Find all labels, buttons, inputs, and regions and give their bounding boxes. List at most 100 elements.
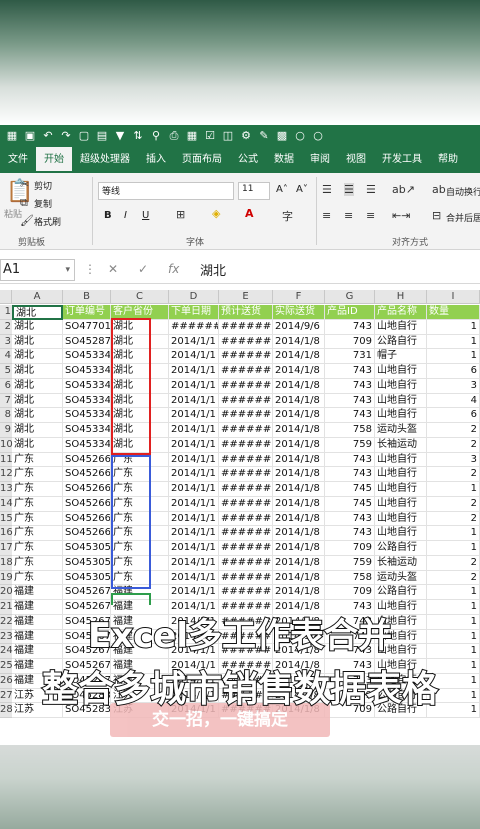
row-header[interactable]: 5: [0, 364, 12, 379]
table-cell[interactable]: 运动头盔: [375, 570, 427, 586]
table-cell[interactable]: 湖北: [12, 393, 63, 409]
table-cell[interactable]: 2014/1/8: [273, 585, 325, 600]
row-header[interactable]: 3: [0, 334, 12, 350]
table-cell[interactable]: 2014/1/1: [169, 393, 219, 409]
table-cell[interactable]: 758: [325, 423, 375, 438]
table-cell[interactable]: 2014/1/8: [273, 452, 325, 468]
table-cell[interactable]: 2014/1/8: [273, 496, 325, 512]
table-cell[interactable]: 2: [427, 423, 480, 438]
table-cell[interactable]: 2014/1/1: [169, 496, 219, 512]
wrap-text-button[interactable]: 自动换行: [446, 185, 480, 198]
pen-icon[interactable]: ✎: [258, 130, 270, 142]
table-cell[interactable]: 湖北: [12, 364, 63, 379]
table-cell[interactable]: 759: [325, 555, 375, 571]
table-cell[interactable]: 2014/1/8: [273, 555, 325, 571]
table-icon[interactable]: ▦: [186, 130, 198, 142]
table-cell[interactable]: ######: [219, 423, 273, 438]
header-cell[interactable]: 实际送货: [273, 305, 325, 320]
table-cell[interactable]: 743: [325, 526, 375, 541]
table-cell[interactable]: 2014/1/8: [273, 334, 325, 350]
merge-center-button[interactable]: 合并后居: [446, 211, 480, 224]
table-cell[interactable]: 湖北: [12, 408, 63, 423]
table-cell[interactable]: 743: [325, 452, 375, 468]
table-cell[interactable]: 运动头盔: [375, 423, 427, 438]
tab-home[interactable]: 开始: [36, 147, 72, 173]
table-cell[interactable]: SO47701: [63, 319, 111, 335]
table-cell[interactable]: 731: [325, 349, 375, 364]
grid-icon[interactable]: ▩: [276, 130, 288, 142]
table-cell[interactable]: 2014/1/1: [169, 541, 219, 556]
table-cell[interactable]: 福建: [12, 585, 63, 600]
table-cell[interactable]: SO45266: [63, 452, 111, 468]
table-cell[interactable]: 广东: [12, 526, 63, 541]
font-color-icon[interactable]: A: [245, 207, 254, 220]
column-header-b[interactable]: B: [63, 290, 111, 304]
table-cell[interactable]: 2014/1/1: [169, 570, 219, 586]
table-cell[interactable]: 山地自行: [375, 408, 427, 423]
column-header-g[interactable]: G: [325, 290, 375, 304]
name-box[interactable]: A1 ▾: [0, 259, 75, 281]
table-cell[interactable]: 6: [427, 408, 480, 423]
table-cell[interactable]: SO45334: [63, 423, 111, 438]
check-icon[interactable]: ☑: [204, 130, 216, 142]
table-cell[interactable]: 2014/1/8: [273, 526, 325, 541]
table-cell[interactable]: 1: [427, 585, 480, 600]
screenshot-icon[interactable]: ◫: [222, 130, 234, 142]
table-cell[interactable]: 2014/1/1: [169, 555, 219, 571]
row-header[interactable]: 1: [0, 305, 12, 320]
cut-button[interactable]: 剪切: [34, 179, 52, 192]
table-cell[interactable]: 2: [427, 555, 480, 571]
table-cell[interactable]: 743: [325, 364, 375, 379]
table-cell[interactable]: 6: [427, 364, 480, 379]
row-header[interactable]: 15: [0, 511, 13, 527]
table-cell[interactable]: 2014/1/1: [169, 408, 219, 423]
table-cell[interactable]: 长袖运动: [375, 437, 427, 453]
table-cell[interactable]: 2014/1/1: [169, 526, 219, 541]
table-cell[interactable]: SO45266: [63, 511, 111, 527]
table-cell[interactable]: ######: [219, 585, 273, 600]
bold-button[interactable]: B: [104, 210, 112, 221]
table-cell[interactable]: 758: [325, 570, 375, 586]
confirm-icon[interactable]: ✓: [138, 262, 148, 276]
header-cell[interactable]: 预计送货: [219, 305, 273, 320]
table-cell[interactable]: 2014/1/1: [169, 482, 219, 497]
table-cell[interactable]: SO45266: [63, 526, 111, 541]
font-name-select[interactable]: 等线: [98, 182, 234, 200]
orientation-icon[interactable]: ab↗: [392, 183, 415, 196]
table-cell[interactable]: 2: [427, 437, 480, 453]
row-header[interactable]: 7: [0, 393, 12, 409]
table-cell[interactable]: 759: [325, 437, 375, 453]
table-cell[interactable]: 山地自行: [375, 378, 427, 394]
circle-icon[interactable]: ○: [294, 130, 306, 142]
column-header-h[interactable]: H: [375, 290, 427, 304]
table-cell[interactable]: SO45334: [63, 393, 111, 409]
undo-icon[interactable]: ↶: [42, 130, 54, 142]
header-cell[interactable]: 订单编号: [63, 305, 111, 320]
table-cell[interactable]: 1: [427, 334, 480, 350]
table-cell[interactable]: 广东: [12, 452, 63, 468]
table-cell[interactable]: ######: [219, 334, 273, 350]
tab-data[interactable]: 数据: [266, 147, 302, 173]
table-cell[interactable]: 709: [325, 585, 375, 600]
font-size-select[interactable]: 11: [238, 182, 270, 200]
table-cell[interactable]: ######: [219, 437, 273, 453]
print-icon[interactable]: ⎙: [168, 130, 180, 142]
table-cell[interactable]: 745: [325, 482, 375, 497]
cancel-icon[interactable]: ✕: [108, 262, 118, 276]
table-cell[interactable]: 3: [427, 452, 480, 468]
table-cell[interactable]: 山地自行: [375, 319, 427, 335]
table-cell[interactable]: 2014/1/8: [273, 393, 325, 409]
table-cell[interactable]: ######: [219, 570, 273, 586]
table-cell[interactable]: 湖北: [12, 334, 63, 350]
table-cell[interactable]: 743: [325, 378, 375, 394]
table-cell[interactable]: 2014/1/1: [169, 452, 219, 468]
header-cell[interactable]: 下单日期: [169, 305, 219, 320]
table-cell[interactable]: SO45305: [63, 541, 111, 556]
row-header[interactable]: 2: [0, 319, 12, 335]
border-icon[interactable]: ⊞: [176, 208, 185, 221]
table-cell[interactable]: 2: [427, 496, 480, 512]
row-header[interactable]: 20: [0, 585, 13, 600]
table-cell[interactable]: 山地自行: [375, 526, 427, 541]
table-cell[interactable]: 湖北: [12, 378, 63, 394]
table-cell[interactable]: 广东: [12, 511, 63, 527]
